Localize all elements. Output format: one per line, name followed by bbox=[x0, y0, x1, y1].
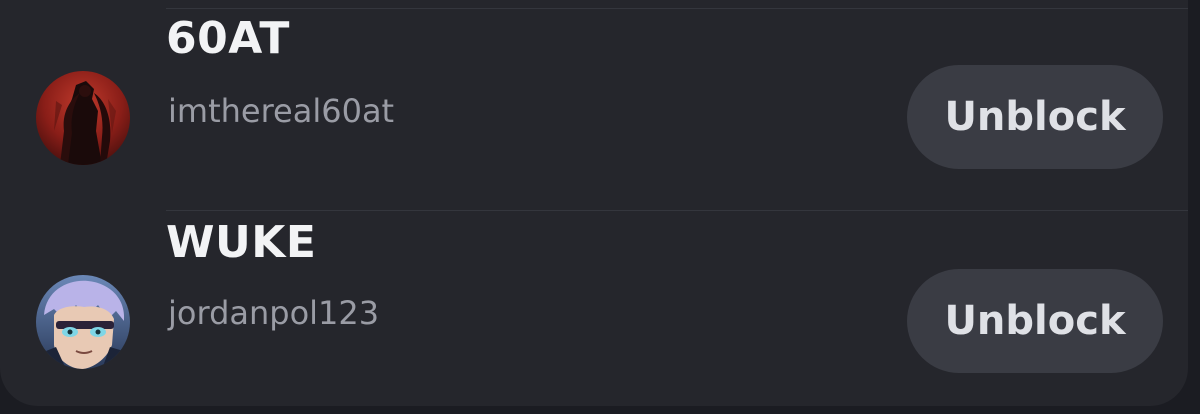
blocked-user-row: 60AT imthereal60at Unblock bbox=[0, 8, 1188, 208]
dark-red-warrior-icon bbox=[36, 71, 130, 165]
blocked-users-screen: 60AT imthereal60at Unblock WUKE jordanpo… bbox=[0, 0, 1200, 414]
unblock-button[interactable]: Unblock bbox=[907, 65, 1163, 169]
user-avatar[interactable] bbox=[36, 71, 130, 165]
blocked-user-row: WUKE jordanpol123 Unblock bbox=[0, 210, 1188, 406]
user-username: imthereal60at bbox=[168, 92, 395, 130]
unblock-button[interactable]: Unblock bbox=[907, 269, 1163, 373]
user-avatar[interactable] bbox=[36, 275, 130, 369]
anime-character-icon bbox=[36, 275, 130, 369]
user-username: jordanpol123 bbox=[168, 294, 380, 332]
user-display-name: WUKE bbox=[166, 217, 317, 268]
blocked-users-list: 60AT imthereal60at Unblock WUKE jordanpo… bbox=[0, 0, 1188, 406]
user-display-name: 60AT bbox=[166, 13, 290, 64]
